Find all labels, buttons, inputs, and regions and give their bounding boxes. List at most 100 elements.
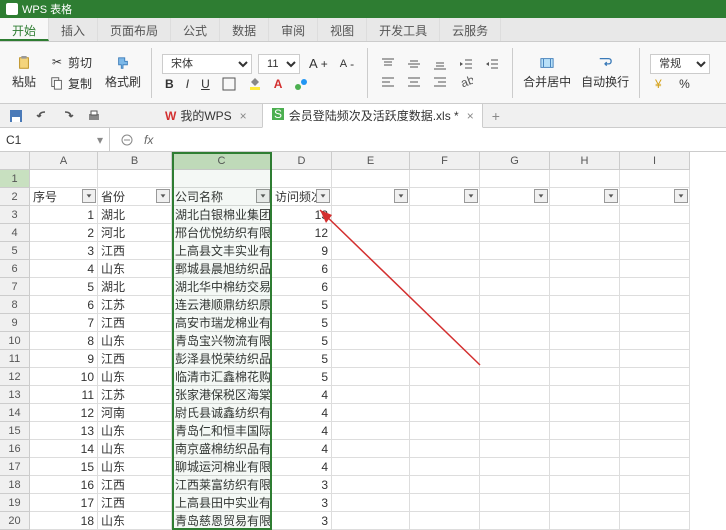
cell-B13[interactable]: 江苏 [98, 386, 172, 404]
cell-B5[interactable]: 江西 [98, 242, 172, 260]
effects-button[interactable] [291, 76, 311, 92]
italic-button[interactable]: I [183, 76, 192, 92]
cell-E10[interactable] [332, 332, 410, 350]
row-header-18[interactable]: 18 [0, 476, 30, 494]
copy-button[interactable]: 复制 [46, 74, 95, 93]
cell-G20[interactable] [480, 512, 550, 530]
cell-I1[interactable] [620, 170, 690, 188]
font-color-button[interactable]: A [271, 76, 286, 92]
cell-H3[interactable] [550, 206, 620, 224]
cell-I19[interactable] [620, 494, 690, 512]
close-icon[interactable]: × [240, 109, 247, 123]
cell-I9[interactable] [620, 314, 690, 332]
cell-A3[interactable]: 1 [30, 206, 98, 224]
cell-F14[interactable] [410, 404, 480, 422]
cell-B17[interactable]: 山东 [98, 458, 172, 476]
save-button[interactable] [6, 108, 26, 124]
cell-G10[interactable] [480, 332, 550, 350]
align-center-button[interactable] [404, 74, 424, 90]
cell-D7[interactable]: 6 [272, 278, 332, 296]
cell-H18[interactable] [550, 476, 620, 494]
row-header-17[interactable]: 17 [0, 458, 30, 476]
cell-I7[interactable] [620, 278, 690, 296]
cell-A15[interactable]: 13 [30, 422, 98, 440]
cell-E17[interactable] [332, 458, 410, 476]
cell-D4[interactable]: 12 [272, 224, 332, 242]
cell-G1[interactable] [480, 170, 550, 188]
align-right-button[interactable] [430, 74, 450, 90]
col-header-D[interactable]: D [272, 152, 332, 170]
tab-dev[interactable]: 开发工具 [367, 18, 440, 41]
cell-D10[interactable]: 5 [272, 332, 332, 350]
new-tab-button[interactable]: + [489, 107, 503, 125]
fx-label[interactable]: fx [144, 133, 153, 147]
cell-A16[interactable]: 14 [30, 440, 98, 458]
col-header-G[interactable]: G [480, 152, 550, 170]
cell-A5[interactable]: 3 [30, 242, 98, 260]
cell-E16[interactable] [332, 440, 410, 458]
cell-E19[interactable] [332, 494, 410, 512]
cell-H20[interactable] [550, 512, 620, 530]
cell-A14[interactable]: 12 [30, 404, 98, 422]
cell-E7[interactable] [332, 278, 410, 296]
cell-E8[interactable] [332, 296, 410, 314]
wrap-text-button[interactable]: 自动换行 [577, 53, 633, 92]
cell-F2[interactable] [410, 188, 480, 206]
cell-I15[interactable] [620, 422, 690, 440]
col-header-C[interactable]: C [172, 152, 272, 170]
cell-G19[interactable] [480, 494, 550, 512]
cell-E1[interactable] [332, 170, 410, 188]
cell-A11[interactable]: 9 [30, 350, 98, 368]
cell-F8[interactable] [410, 296, 480, 314]
cell-C8[interactable]: 连云港顺鼎纺织原 [172, 296, 272, 314]
cell-F15[interactable] [410, 422, 480, 440]
cell-H15[interactable] [550, 422, 620, 440]
row-header-12[interactable]: 12 [0, 368, 30, 386]
indent-decrease-button[interactable] [456, 56, 476, 72]
filter-button[interactable] [394, 189, 408, 203]
cell-C20[interactable]: 青岛慈恩贸易有限 [172, 512, 272, 530]
cell-D3[interactable]: 13 [272, 206, 332, 224]
cell-C13[interactable]: 张家港保税区海棠 [172, 386, 272, 404]
cell-H2[interactable] [550, 188, 620, 206]
row-header-8[interactable]: 8 [0, 296, 30, 314]
tab-start[interactable]: 开始 [0, 18, 49, 41]
fill-color-button[interactable] [245, 76, 265, 92]
cell-D1[interactable] [272, 170, 332, 188]
cell-D13[interactable]: 4 [272, 386, 332, 404]
cell-C12[interactable]: 临清市汇鑫棉花购 [172, 368, 272, 386]
cell-A9[interactable]: 7 [30, 314, 98, 332]
redo-button[interactable] [58, 108, 78, 124]
cell-B6[interactable]: 山东 [98, 260, 172, 278]
cell-G2[interactable] [480, 188, 550, 206]
doc-tab-file[interactable]: S 会员登陆频次及活跃度数据.xls * × [262, 103, 483, 128]
cell-H7[interactable] [550, 278, 620, 296]
cell-F6[interactable] [410, 260, 480, 278]
cell-A10[interactable]: 8 [30, 332, 98, 350]
row-header-19[interactable]: 19 [0, 494, 30, 512]
row-header-11[interactable]: 11 [0, 350, 30, 368]
cell-D12[interactable]: 5 [272, 368, 332, 386]
cell-A12[interactable]: 10 [30, 368, 98, 386]
cell-A4[interactable]: 2 [30, 224, 98, 242]
row-header-4[interactable]: 4 [0, 224, 30, 242]
cell-I17[interactable] [620, 458, 690, 476]
cell-B20[interactable]: 山东 [98, 512, 172, 530]
cell-D6[interactable]: 6 [272, 260, 332, 278]
cell-I13[interactable] [620, 386, 690, 404]
cell-H19[interactable] [550, 494, 620, 512]
col-header-E[interactable]: E [332, 152, 410, 170]
cell-A8[interactable]: 6 [30, 296, 98, 314]
cell-E5[interactable] [332, 242, 410, 260]
cell-F17[interactable] [410, 458, 480, 476]
cell-F9[interactable] [410, 314, 480, 332]
cell-H13[interactable] [550, 386, 620, 404]
cell-E20[interactable] [332, 512, 410, 530]
select-all-corner[interactable] [0, 152, 30, 170]
merge-center-button[interactable]: 合并居中 [519, 53, 575, 92]
row-header-2[interactable]: 2 [0, 188, 30, 206]
cell-G17[interactable] [480, 458, 550, 476]
cell-I4[interactable] [620, 224, 690, 242]
cell-G7[interactable] [480, 278, 550, 296]
tab-review[interactable]: 审阅 [269, 18, 318, 41]
